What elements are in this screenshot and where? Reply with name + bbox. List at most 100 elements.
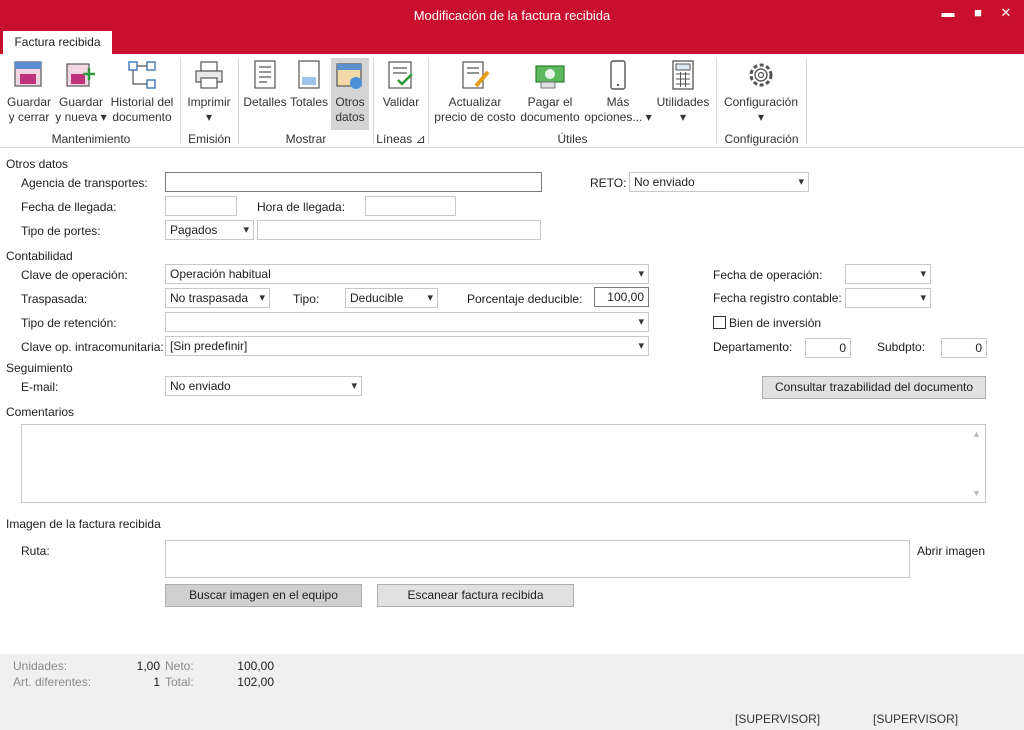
fecha-registro-select[interactable] — [845, 288, 931, 308]
validar-button[interactable]: Validar — [378, 58, 424, 110]
mobile-phone-icon — [610, 60, 626, 90]
abrir-imagen-link[interactable]: Abrir imagen — [917, 544, 985, 558]
title-bar: Modificación de la factura recibida ▬ ■ … — [0, 0, 1024, 30]
clave-operacion-label: Clave de operación: — [21, 268, 128, 282]
close-button[interactable]: ✕ — [996, 4, 1016, 22]
art-diferentes-label: Art. diferentes: — [13, 675, 92, 689]
tipo-select[interactable]: Deducible — [345, 288, 438, 308]
maximize-button[interactable]: ■ — [968, 4, 988, 22]
totales-label: Totales — [289, 95, 329, 109]
imprimir-button[interactable]: Imprimir ▾ — [185, 58, 233, 125]
save-close-icon — [14, 61, 42, 87]
departamento-input[interactable]: 0 — [805, 338, 851, 358]
reto-label: RETO: — [590, 176, 627, 190]
consultar-trazabilidad-button[interactable]: Consultar trazabilidad del documento — [762, 376, 986, 399]
buscar-imagen-button[interactable]: Buscar imagen en el equipo — [165, 584, 362, 607]
agencia-input[interactable] — [165, 172, 542, 192]
history-tree-icon — [128, 61, 156, 89]
fecha-operacion-label: Fecha de operación: — [713, 268, 823, 282]
section-otros-datos: Otros datos — [6, 157, 69, 171]
neto-label: Neto: — [165, 659, 194, 673]
clave-intra-select[interactable]: [Sin predefinir] — [165, 336, 649, 356]
clave-operacion-select[interactable]: Operación habitual — [165, 264, 649, 284]
art-diferentes-value: 1 — [153, 675, 160, 689]
utilidades-button[interactable]: Utilidades ▾ — [654, 58, 712, 125]
hora-llegada-input[interactable] — [365, 196, 456, 216]
utilidades-label: Utilidades — [656, 95, 710, 109]
fecha-registro-label: Fecha registro contable: — [713, 291, 842, 305]
otros-datos-label-1: Otros — [335, 95, 365, 109]
fecha-llegada-label: Fecha de llegada: — [21, 200, 117, 214]
historial-documento-button[interactable]: Historial del documento — [108, 58, 176, 125]
section-imagen: Imagen de la factura recibida — [6, 517, 161, 531]
section-comentarios: Comentarios — [6, 405, 75, 419]
totales-button[interactable]: Totales — [289, 58, 329, 110]
tipo-portes-select[interactable]: Pagados — [165, 220, 254, 240]
tipo-label: Tipo: — [293, 292, 320, 306]
configuracion-button[interactable]: Configuración ▾ — [721, 58, 801, 125]
bien-inversion-checkbox[interactable] — [713, 316, 726, 329]
subdpto-label: Subdpto: — [877, 340, 926, 354]
tipo-portes-label: Tipo de portes: — [21, 224, 101, 238]
hora-llegada-label: Hora de llegada: — [257, 200, 346, 214]
pagar-label-1: Pagar el — [527, 95, 573, 109]
mas-label-1: Más — [606, 95, 630, 109]
ribbon: Guardar y cerrar Guardar y nueva ▾ Histo… — [0, 54, 1024, 148]
email-label: E-mail: — [21, 380, 59, 394]
porcentaje-deducible-input[interactable]: 100,00 — [594, 287, 649, 307]
detalles-button[interactable]: Detalles — [243, 58, 287, 110]
footer-totals: Unidades: 1,00 Art. diferentes: 1 Neto: … — [0, 654, 1024, 730]
tab-factura-recibida[interactable]: Factura recibida — [3, 31, 112, 54]
bien-inversion-label: Bien de inversión — [729, 316, 822, 330]
status-user-1: [SUPERVISOR] — [735, 712, 821, 726]
guardar-nueva-label-2: y nueva ▾ — [55, 110, 107, 124]
fecha-llegada-input[interactable] — [165, 196, 237, 216]
validar-label: Validar — [382, 95, 420, 109]
money-icon — [535, 65, 565, 89]
guardar-nueva-button[interactable]: Guardar y nueva ▾ — [55, 58, 107, 125]
totals-document-icon — [298, 60, 320, 89]
pagar-documento-button[interactable]: Pagar el documento — [518, 58, 582, 125]
unidades-value: 1,00 — [136, 659, 160, 673]
ruta-input[interactable] — [165, 540, 910, 578]
email-select[interactable]: No enviado — [165, 376, 362, 396]
utilidades-dropdown-arrow: ▾ — [679, 110, 687, 124]
gear-icon — [749, 63, 773, 87]
group-emision: Emisión — [188, 132, 231, 146]
details-document-icon — [254, 60, 276, 89]
group-utiles: Útiles — [557, 132, 588, 146]
actualizar-label-2: precio de costo — [434, 110, 516, 124]
traspasada-select[interactable]: No traspasada — [165, 288, 270, 308]
actualizar-label-1: Actualizar — [448, 95, 502, 109]
unidades-label: Unidades: — [13, 659, 68, 673]
group-lineas[interactable]: Líneas ⊿ — [374, 132, 428, 146]
group-mantenimiento: Mantenimiento — [51, 132, 131, 146]
comentarios-scrollbar[interactable]: ▲ ▼ — [969, 425, 985, 502]
reto-select[interactable]: No enviado — [629, 172, 809, 192]
mas-opciones-button[interactable]: Más opciones... ▾ — [584, 58, 652, 125]
window-title: Modificación de la factura recibida — [413, 8, 611, 23]
subdpto-input[interactable]: 0 — [941, 338, 987, 358]
section-contabilidad: Contabilidad — [6, 249, 73, 263]
printer-icon — [195, 61, 223, 89]
guardar-cerrar-button[interactable]: Guardar y cerrar — [4, 58, 54, 125]
update-cost-icon — [462, 61, 490, 89]
validate-check-icon — [388, 61, 413, 89]
fecha-operacion-select[interactable] — [845, 264, 931, 284]
minimize-button[interactable]: ▬ — [938, 4, 958, 22]
comentarios-textarea[interactable]: ▲ ▼ — [21, 424, 986, 503]
porcentaje-deducible-label: Porcentaje deducible: — [467, 292, 583, 306]
scroll-up-icon[interactable]: ▲ — [972, 429, 981, 439]
actualizar-precio-button[interactable]: Actualizar precio de costo — [433, 58, 517, 125]
imprimir-dropdown-arrow: ▾ — [205, 110, 213, 124]
tipo-portes-extra-input[interactable] — [257, 220, 541, 240]
scroll-down-icon[interactable]: ▼ — [972, 488, 981, 498]
escanear-factura-button[interactable]: Escanear factura recibida — [377, 584, 574, 607]
otros-datos-label-2: datos — [335, 110, 365, 124]
ruta-label: Ruta: — [21, 544, 50, 558]
agencia-label: Agencia de transportes: — [21, 176, 148, 190]
neto-value: 100,00 — [237, 659, 274, 673]
otros-datos-button[interactable]: Otros datos — [331, 58, 369, 130]
tipo-retencion-select[interactable] — [165, 312, 649, 332]
total-value: 102,00 — [237, 675, 274, 689]
